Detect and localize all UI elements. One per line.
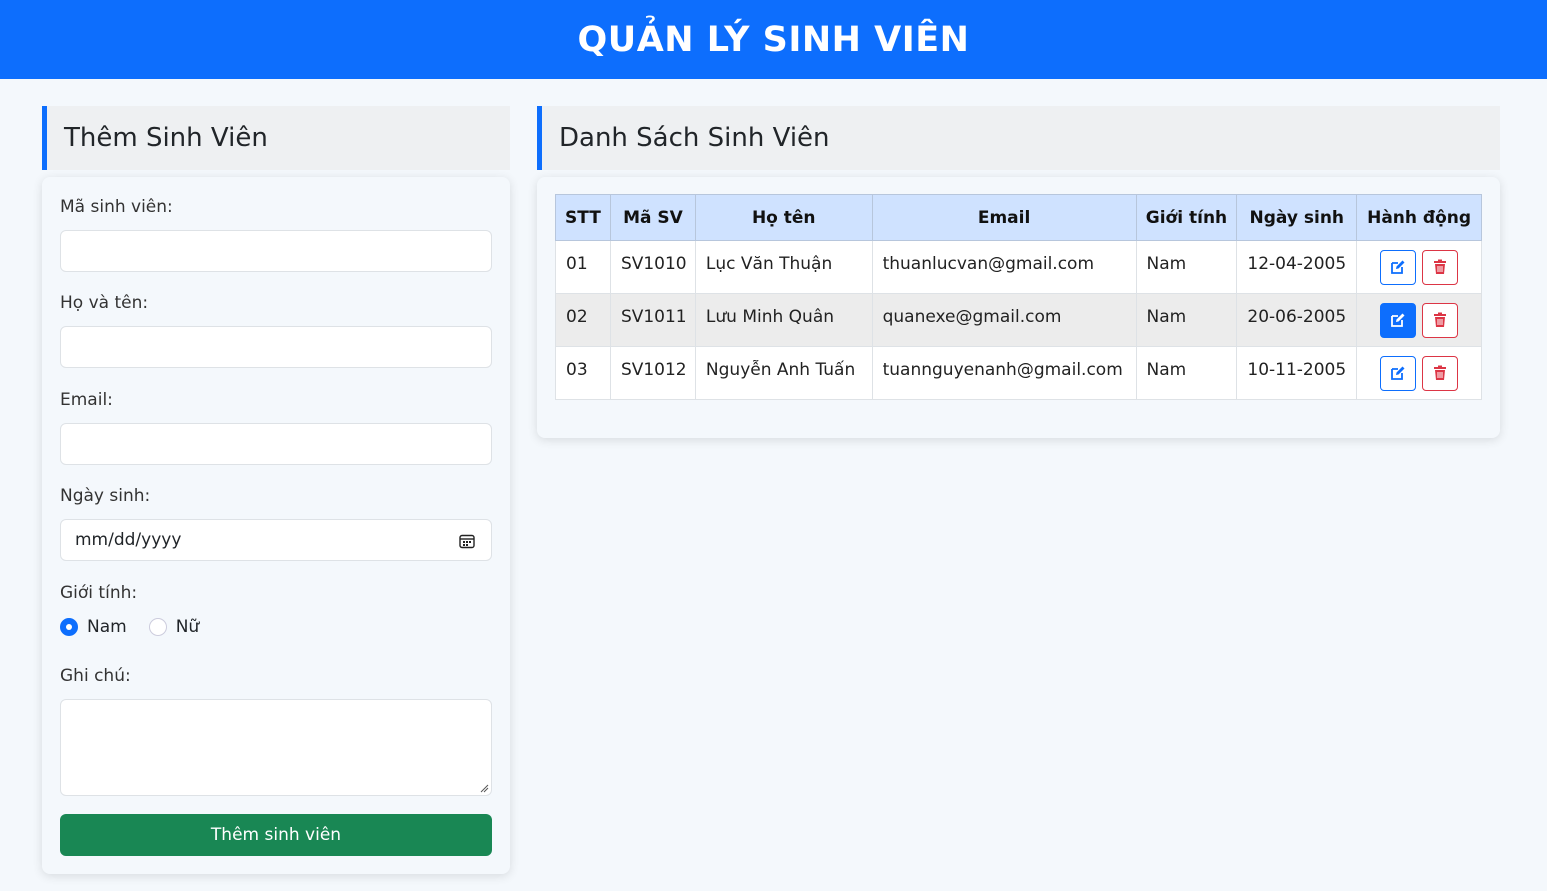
app-header: QUẢN LÝ SINH VIÊN xyxy=(0,0,1547,79)
cell-email: thuanlucvan@gmail.com xyxy=(871,240,1137,294)
trash-icon xyxy=(1434,259,1447,274)
cell-gender: Nam xyxy=(1135,240,1238,294)
dob-input[interactable]: mm/dd/yyyy xyxy=(60,519,492,561)
student-id-label: Mã sinh viên: xyxy=(60,197,173,217)
email-label: Email: xyxy=(60,390,113,410)
edit-button[interactable] xyxy=(1380,355,1417,391)
student-list-card: STT Mã SV Họ tên Email Giới tính Ngày si… xyxy=(537,177,1500,438)
cell-actions xyxy=(1356,240,1482,294)
delete-button[interactable] xyxy=(1422,355,1459,391)
cell-student-id: SV1012 xyxy=(609,346,696,400)
add-student-header: Thêm Sinh Viên xyxy=(42,106,510,170)
table-row: 01 SV1010 Lục Văn Thuận thuanlucvan@gmai… xyxy=(555,240,1482,294)
note-label: Ghi chú: xyxy=(60,666,131,686)
table-row: 03 SV1012 Nguyễn Anh Tuấn tuannguyenanh@… xyxy=(555,346,1482,400)
dob-placeholder: mm/dd/yyyy xyxy=(75,530,182,550)
page-title: QUẢN LÝ SINH VIÊN xyxy=(577,19,970,60)
gender-female-label[interactable]: Nữ xyxy=(176,617,200,637)
full-name-input[interactable] xyxy=(60,326,492,368)
cell-name: Lục Văn Thuận xyxy=(694,240,873,294)
cell-actions xyxy=(1356,293,1482,347)
student-list-header: Danh Sách Sinh Viên xyxy=(537,106,1500,170)
calendar-icon[interactable] xyxy=(459,533,475,549)
student-id-input[interactable] xyxy=(60,230,492,272)
cell-email: tuannguyenanh@gmail.com xyxy=(871,346,1137,400)
add-student-button[interactable]: Thêm sinh viên xyxy=(60,814,492,856)
student-list-title: Danh Sách Sinh Viên xyxy=(559,123,830,153)
column-header[interactable]: STT xyxy=(555,194,611,241)
cell-student-id: SV1011 xyxy=(609,293,696,347)
cell-stt: 01 xyxy=(555,240,611,294)
edit-button[interactable] xyxy=(1380,302,1417,338)
add-student-form: Mã sinh viên: Họ và tên: Email: Ngày sin… xyxy=(42,177,510,874)
gender-label: Giới tính: xyxy=(60,583,138,603)
student-table: STT Mã SV Họ tên Email Giới tính Ngày si… xyxy=(555,194,1482,400)
trash-icon xyxy=(1434,312,1447,327)
dob-label: Ngày sinh: xyxy=(60,486,151,506)
cell-actions xyxy=(1356,346,1482,400)
delete-button[interactable] xyxy=(1422,302,1459,338)
cell-name: Nguyễn Anh Tuấn xyxy=(694,346,873,400)
resize-handle-icon[interactable] xyxy=(479,783,489,793)
note-textarea[interactable] xyxy=(60,699,492,796)
cell-gender: Nam xyxy=(1135,346,1238,400)
gender-female-radio[interactable] xyxy=(148,618,167,636)
edit-icon xyxy=(1391,366,1405,380)
cell-email: quanexe@gmail.com xyxy=(871,293,1137,347)
cell-stt: 02 xyxy=(555,293,611,347)
full-name-label: Họ và tên: xyxy=(60,293,149,313)
cell-gender: Nam xyxy=(1135,293,1238,347)
edit-icon xyxy=(1391,313,1405,327)
cell-stt: 03 xyxy=(555,346,611,400)
cell-dob: 12-04-2005 xyxy=(1236,240,1358,294)
edit-button[interactable] xyxy=(1380,249,1417,285)
cell-name: Lưu Minh Quân xyxy=(694,293,873,347)
cell-dob: 20-06-2005 xyxy=(1236,293,1358,347)
edit-icon xyxy=(1391,260,1405,274)
add-student-title: Thêm Sinh Viên xyxy=(64,123,268,153)
table-row: 02 SV1011 Lưu Minh Quân quanexe@gmail.co… xyxy=(555,293,1482,347)
trash-icon xyxy=(1434,365,1447,380)
table-header-row: STT Mã SV Họ tên Email Giới tính Ngày si… xyxy=(555,194,1482,241)
delete-button[interactable] xyxy=(1422,249,1459,285)
column-header[interactable]: Email xyxy=(871,194,1137,241)
gender-radio-group: Nam Nữ xyxy=(60,617,221,637)
cell-student-id: SV1010 xyxy=(609,240,696,294)
column-header: Hành động xyxy=(1356,194,1482,241)
cell-dob: 10-11-2005 xyxy=(1236,346,1358,400)
column-header[interactable]: Ngày sinh xyxy=(1236,194,1358,241)
column-header[interactable]: Mã SV xyxy=(609,194,696,241)
gender-male-radio[interactable] xyxy=(60,618,78,636)
column-header[interactable]: Giới tính xyxy=(1135,194,1238,241)
gender-male-label[interactable]: Nam xyxy=(87,617,127,637)
column-header[interactable]: Họ tên xyxy=(694,194,873,241)
email-input[interactable] xyxy=(60,423,492,465)
